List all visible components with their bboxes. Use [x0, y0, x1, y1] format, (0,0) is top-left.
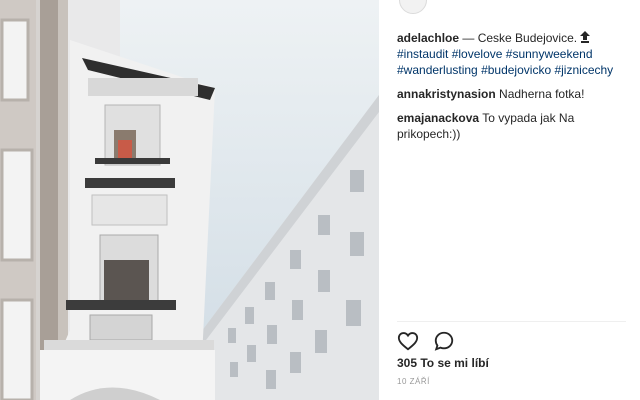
- divider: [397, 321, 626, 322]
- post-date[interactable]: 10 ZÁŘÍ: [397, 377, 430, 386]
- hashtag-wanderlusting[interactable]: #wanderlusting: [397, 63, 478, 77]
- avatar[interactable]: [399, 0, 427, 14]
- action-bar: [397, 330, 465, 352]
- hashtag-budejovicko[interactable]: #budejovicko: [481, 63, 551, 77]
- comment-item: annakristynasion Nadherna fotka!: [397, 86, 629, 102]
- comments-section: adelachloe — Ceske Budejovice. #instaudi…: [397, 30, 629, 150]
- speech-bubble-icon[interactable]: [433, 330, 455, 352]
- hashtag-sunnyweekend[interactable]: #sunnyweekend: [506, 47, 593, 61]
- caption-text: Ceske Budejovice.: [477, 31, 578, 45]
- upload-arrow-icon: [580, 31, 591, 43]
- post-sidebar: adelachloe — Ceske Budejovice. #instaudi…: [379, 0, 640, 400]
- post-photo[interactable]: [0, 0, 379, 400]
- comment-text: Nadherna fotka!: [499, 87, 585, 101]
- comment-item: emajanackova To vypada jak Na prikopech:…: [397, 110, 629, 142]
- like-count[interactable]: 305 To se mi líbí: [397, 356, 489, 370]
- photo-illustration: [0, 0, 379, 400]
- caption-separator: —: [459, 31, 478, 45]
- hashtag-instaudit[interactable]: #instaudit: [397, 47, 448, 61]
- heart-icon[interactable]: [397, 330, 419, 352]
- hashtag-jiznicechy[interactable]: #jiznicechy: [554, 63, 613, 77]
- author-username[interactable]: adelachloe: [397, 31, 459, 45]
- caption-comment: adelachloe — Ceske Budejovice. #instaudi…: [397, 30, 629, 78]
- comment-username[interactable]: annakristynasion: [397, 87, 496, 101]
- hashtag-lovelove[interactable]: #lovelove: [452, 47, 503, 61]
- comment-username[interactable]: emajanackova: [397, 111, 479, 125]
